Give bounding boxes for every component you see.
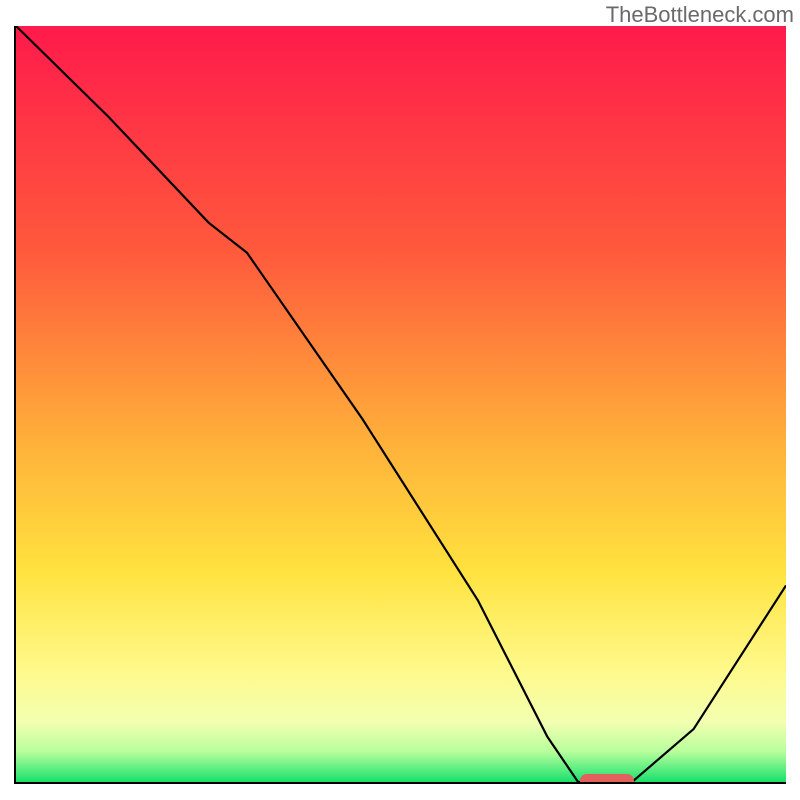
watermark-text: TheBottleneck.com bbox=[606, 2, 794, 28]
plot-area bbox=[14, 26, 786, 784]
bottleneck-curve bbox=[16, 26, 786, 782]
optimal-range-marker bbox=[580, 774, 634, 784]
chart-frame: TheBottleneck.com bbox=[0, 0, 800, 800]
